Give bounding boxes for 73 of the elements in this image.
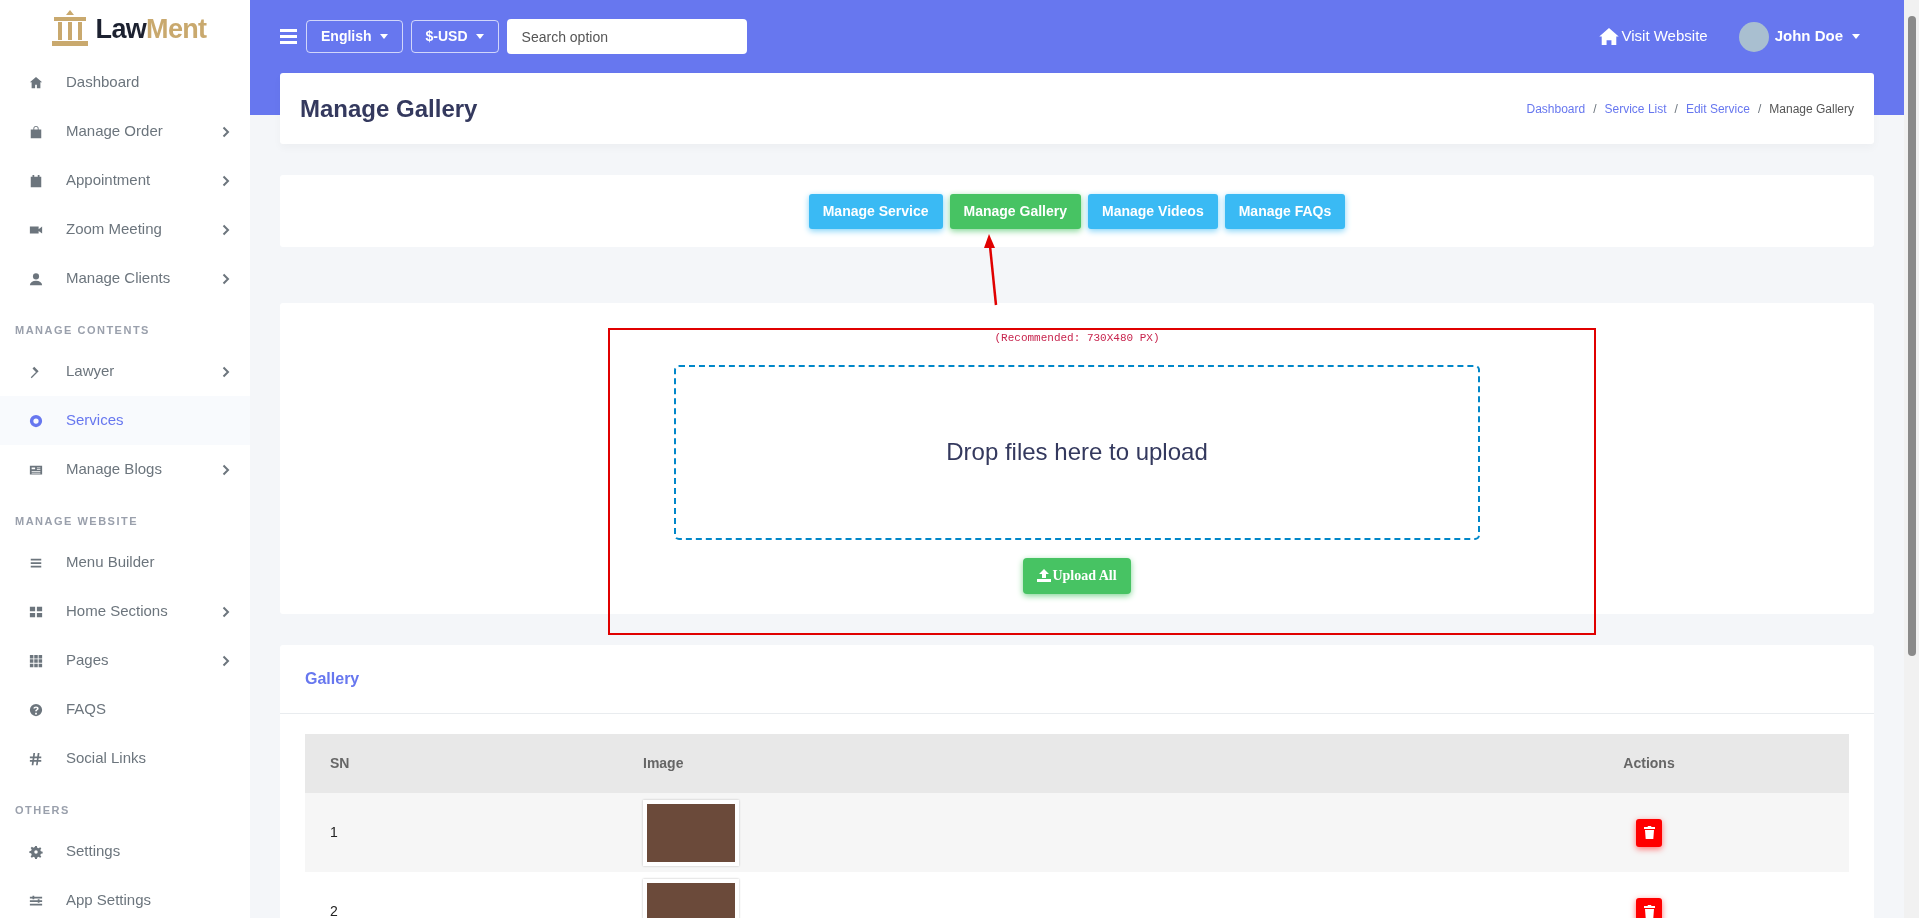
user-menu[interactable]: John Doe <box>1774 25 1860 48</box>
sidebar-item[interactable]: Pages <box>0 636 250 685</box>
home-icon <box>1598 28 1619 45</box>
breadcrumb-current: Manage Gallery <box>1769 100 1854 118</box>
language-dropdown[interactable]: English <box>306 20 403 53</box>
sidebar-item[interactable]: Home Sections <box>0 587 250 636</box>
sidebar-item[interactable]: FAQS <box>0 685 250 734</box>
chevron-right-icon <box>222 272 230 285</box>
chevron-right-icon <box>222 365 230 378</box>
dropzone[interactable]: Drop files here to upload <box>674 364 1480 540</box>
column-header: Actions <box>1623 755 1675 771</box>
sidebar-item[interactable]: Dashboard <box>0 58 250 107</box>
question-icon <box>29 702 43 717</box>
menu-icon[interactable] <box>280 29 297 44</box>
sidebar-item[interactable]: Services <box>0 396 250 445</box>
delete-button[interactable] <box>1636 818 1662 847</box>
chevron-right-icon <box>222 605 230 618</box>
currency-dropdown[interactable]: $-USD <box>410 20 499 53</box>
hashtag-icon <box>29 751 43 766</box>
sidebar-section-heading: MANAGE CONTENTS <box>14 322 151 338</box>
recommended-size-hint: (Recommended: 730X480 PX) <box>994 331 1160 346</box>
breadcrumb-link[interactable]: Service List <box>1604 99 1667 118</box>
calendar-icon <box>29 173 43 188</box>
logo-text: LawMent <box>95 12 207 46</box>
table-cell: 2 <box>330 903 338 918</box>
sidebar-item[interactable]: App Settings <box>0 876 250 918</box>
logo-icon <box>51 10 88 48</box>
visit-website-link[interactable]: Visit Website <box>1598 25 1708 48</box>
breadcrumb-separator: / <box>1757 100 1762 118</box>
trash-icon <box>1643 826 1655 839</box>
chevron-right-icon <box>222 654 230 667</box>
sidebar-item[interactable]: Manage Clients <box>0 254 250 303</box>
sidebar-item[interactable]: Social Links <box>0 734 250 783</box>
upload-icon <box>1037 569 1052 582</box>
bag-icon <box>29 124 43 139</box>
breadcrumb-separator: / <box>1674 100 1678 118</box>
page-title: Manage Gallery <box>300 93 478 124</box>
sidebar-item[interactable]: Manage Order <box>0 107 250 156</box>
sidebar-item[interactable]: Manage Blogs <box>0 445 250 494</box>
column-header: Image <box>643 755 684 771</box>
chevron-right-icon <box>222 174 230 187</box>
sliders-icon <box>29 893 43 908</box>
sidebar-item[interactable]: Appointment <box>0 156 250 205</box>
user-icon <box>29 271 43 286</box>
gear-icon <box>29 844 43 859</box>
caret-down-icon <box>1852 34 1860 39</box>
trash-icon <box>1643 905 1655 918</box>
table-cell: 1 <box>330 824 338 840</box>
search-field[interactable]: Search option <box>506 19 747 54</box>
scrollbar[interactable] <box>1904 0 1919 918</box>
caret-down-icon <box>379 34 388 39</box>
lifebuoy-icon <box>29 413 43 428</box>
sidebar-item[interactable]: Menu Builder <box>0 538 250 587</box>
sidebar-section-heading: MANAGE WEBSITE <box>14 513 140 529</box>
breadcrumb-separator: / <box>1593 100 1597 118</box>
annotation-arrow <box>984 234 1000 306</box>
dropzone-text: Drop files here to upload <box>946 437 1208 467</box>
gallery-title: Gallery <box>305 669 360 689</box>
sidebar-section-heading: OTHERS <box>14 802 71 818</box>
chevron-right-icon <box>222 463 230 476</box>
home-icon <box>29 75 43 90</box>
sidebar-item[interactable]: Settings <box>0 827 250 876</box>
sidebar-item[interactable]: Lawyer <box>0 347 250 396</box>
grid-icon <box>29 604 43 619</box>
chevron-right-icon <box>222 223 230 236</box>
caret-down-icon <box>475 34 484 39</box>
delete-button[interactable] <box>1636 897 1662 918</box>
breadcrumb-link[interactable]: Edit Service <box>1685 99 1750 118</box>
breadcrumb-link[interactable]: Dashboard <box>1526 99 1586 118</box>
grid-icon <box>29 653 43 668</box>
chevron-right-icon <box>222 125 230 138</box>
sidebar-item[interactable]: Zoom Meeting <box>0 205 250 254</box>
column-header: SN <box>330 755 350 771</box>
